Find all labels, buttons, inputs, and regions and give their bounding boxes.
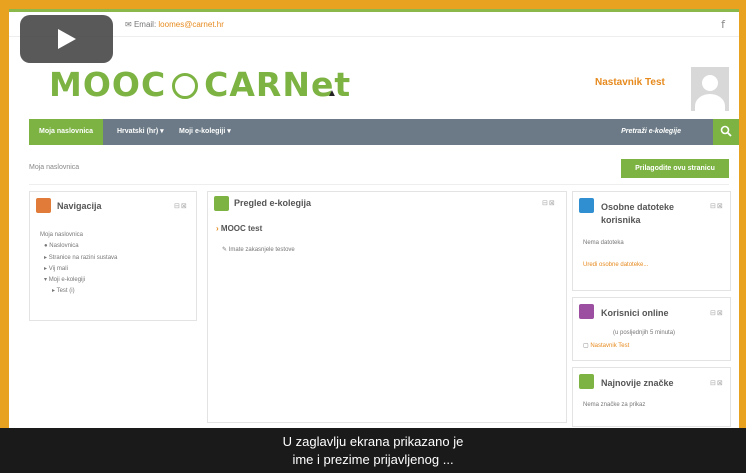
- user-name[interactable]: Nastavnik Test: [595, 77, 665, 88]
- caption-line-1: U zaglavlju ekrana prikazano je: [282, 434, 464, 449]
- nav-item-site-home[interactable]: ● Naslovnica: [44, 243, 79, 249]
- online-users-title: Korisnici online: [601, 308, 669, 318]
- video-caption: U zaglavlju ekrana prikazano je ime i pr…: [0, 428, 746, 473]
- no-files-text: Nema datoteka: [583, 240, 624, 246]
- navigation-title: Navigacija: [57, 201, 102, 211]
- private-files-title: Osobne datoteke korisnika: [601, 202, 675, 225]
- play-icon: [58, 29, 76, 49]
- globe-icon: [172, 73, 199, 99]
- online-users-info: (u posljednjih 5 minuta): [613, 330, 676, 336]
- users-icon: [579, 304, 594, 319]
- course-overview-icon: [214, 196, 229, 211]
- search-icon: [720, 125, 732, 137]
- nav-item-profile[interactable]: ▸ Vij mali: [44, 265, 68, 272]
- nav-home[interactable]: Moja naslovnica: [29, 119, 104, 145]
- block-controls-icon[interactable]: ⊟⊠: [710, 309, 724, 317]
- quiz-icon: ✎: [222, 247, 228, 253]
- avatar-head: [702, 75, 718, 91]
- email-label: Email:: [133, 20, 157, 29]
- block-controls-icon[interactable]: ⊟⊠: [710, 379, 724, 387]
- badge-icon: [579, 374, 594, 389]
- block-controls-icon[interactable]: ⊟⊠: [710, 202, 724, 210]
- no-badges-text: Nema značke za prikaz: [583, 402, 646, 408]
- facebook-icon[interactable]: f: [721, 18, 725, 31]
- video-play-button[interactable]: [20, 15, 113, 63]
- email-link[interactable]: loomes@carnet.hr: [158, 20, 223, 29]
- mail-icon: ✉: [125, 20, 134, 29]
- user-icon: ▢: [583, 343, 589, 349]
- course-overview-block: Pregled e-kolegija ⊟⊠ › MOOC test ✎ Imat…: [207, 191, 567, 423]
- nav-item-home[interactable]: Moja naslovnica: [40, 232, 83, 238]
- course-overview-title: Pregled e-kolegija: [234, 198, 312, 208]
- block-controls-icon[interactable]: ⊟⊠: [542, 199, 556, 207]
- folder-icon: [579, 198, 594, 213]
- navigation-block: Navigacija ⊟⊠ Moja naslovnica ● Naslovni…: [29, 191, 197, 321]
- divider: [29, 184, 729, 185]
- nav-language[interactable]: Hrvatski (hr) ▾: [117, 119, 164, 145]
- main-nav: Moja naslovnica Hrvatski (hr) ▾ Moji e-k…: [29, 119, 739, 145]
- top-bar: ✉ Email: loomes@carnet.hr f: [9, 12, 739, 37]
- course-link[interactable]: › MOOC test: [216, 224, 262, 233]
- online-users-block: Korisnici online ⊟⊠ (u posljednjih 5 min…: [572, 297, 731, 361]
- nav-item-my-courses[interactable]: ▾ Moji e-kolegiji: [44, 276, 85, 283]
- activity-notice[interactable]: ✎ Imate zakasnjele testove: [222, 246, 295, 253]
- contact-info: ✉ Email: loomes@carnet.hr: [125, 20, 224, 29]
- online-user[interactable]: ▢ Nastavnik Test: [583, 342, 629, 349]
- site-logo[interactable]: MOOC CARNet: [49, 65, 351, 104]
- latest-badges-title: Najnovije značke: [601, 378, 674, 388]
- avatar-body: [695, 94, 725, 111]
- manage-files-link[interactable]: Uredi osobne datoteke...: [583, 262, 648, 268]
- browser-page: ✉ Email: loomes@carnet.hr f MOOC CARNet ▲…: [9, 9, 739, 473]
- caption-line-2: ime i prezime prijavljenog ...: [292, 452, 454, 467]
- navigation-icon: [36, 198, 51, 213]
- block-controls-icon[interactable]: ⊟⊠: [174, 202, 188, 210]
- nav-search-courses[interactable]: Pretraži e-kolegije: [621, 119, 681, 145]
- logo-text-left: MOOC: [49, 65, 167, 104]
- nav-item-course[interactable]: ▸ Test (i): [52, 287, 75, 294]
- nav-courses[interactable]: Moji e-kolegiji ▾: [179, 119, 231, 145]
- latest-badges-block: Najnovije značke ⊟⊠ Nema značke za prika…: [572, 367, 731, 427]
- breadcrumb[interactable]: Moja naslovnica: [29, 164, 79, 171]
- chevron-right-icon: ›: [216, 224, 219, 233]
- search-button[interactable]: [713, 119, 739, 145]
- customize-page-button[interactable]: Prilagodite ovu stranicu: [621, 159, 729, 178]
- private-files-block: Osobne datoteke korisnika ⊟⊠ Nema datote…: [572, 191, 731, 291]
- avatar[interactable]: [691, 67, 729, 111]
- nav-item-site-pages[interactable]: ▸ Stranice na razini sustava: [44, 254, 117, 261]
- mouse-cursor-icon: ▲: [327, 88, 337, 99]
